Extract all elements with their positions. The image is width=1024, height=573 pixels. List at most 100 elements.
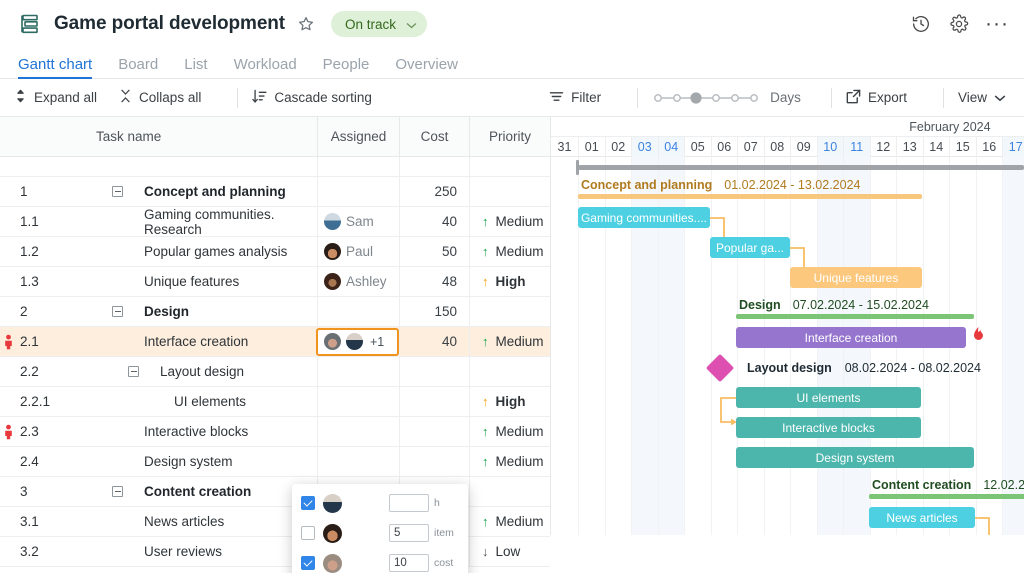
day-cell[interactable]: 06: [710, 137, 738, 157]
collapse-toggle[interactable]: [112, 486, 123, 497]
day-cell[interactable]: 01: [578, 137, 605, 157]
gear-icon[interactable]: [948, 13, 970, 35]
status-badge[interactable]: On track: [331, 11, 428, 37]
collapse-all-button[interactable]: Collaps all: [119, 89, 201, 106]
row-priority-cell[interactable]: [469, 297, 550, 326]
day-cell[interactable]: 07: [737, 137, 764, 157]
export-button[interactable]: Export: [846, 89, 907, 107]
day-cell[interactable]: 13: [896, 137, 923, 157]
table-row[interactable]: 2.4 Design system ↑ Medium: [0, 447, 550, 477]
row-priority-cell[interactable]: ↓ Low: [469, 537, 550, 566]
task-bar-design-system[interactable]: Design system: [736, 447, 974, 468]
tab-workload[interactable]: Workload: [234, 56, 297, 78]
row-cost[interactable]: 40: [399, 207, 469, 236]
row-priority-cell[interactable]: ↑ High: [469, 267, 550, 296]
day-cell[interactable]: 10: [816, 137, 843, 157]
row-cost[interactable]: 40: [399, 327, 469, 356]
row-assigned-cell[interactable]: [317, 387, 399, 416]
day-cell[interactable]: 02: [604, 137, 632, 157]
summary-bar-content-creation[interactable]: Content creation 12.02.2024 - 22.02.2024: [869, 477, 1024, 499]
row-assigned-cell[interactable]: [317, 357, 399, 386]
row-priority-cell[interactable]: ↑ Medium: [469, 447, 550, 476]
table-row[interactable]: 2.2 Layout design: [0, 357, 550, 387]
day-cell[interactable]: 17: [1002, 137, 1024, 157]
day-cell[interactable]: 16: [975, 137, 1003, 157]
row-cost[interactable]: [399, 417, 469, 446]
row-priority-cell[interactable]: [469, 357, 550, 386]
day-cell[interactable]: 12: [869, 137, 897, 157]
collapse-toggle[interactable]: [112, 186, 123, 197]
checkbox-checked-icon[interactable]: [301, 556, 315, 570]
filter-button[interactable]: Filter: [549, 90, 601, 106]
tab-people[interactable]: People: [323, 56, 370, 78]
day-cell[interactable]: 05: [684, 137, 711, 157]
row-assigned-cell[interactable]: [317, 447, 399, 476]
tab-gantt-chart[interactable]: Gantt chart: [18, 56, 93, 79]
day-cell[interactable]: 09: [790, 137, 817, 157]
row-priority-cell[interactable]: ↑ Medium: [469, 417, 550, 446]
assignee-dropdown[interactable]: h item cost: [292, 484, 468, 573]
assignee-value-input[interactable]: [389, 524, 429, 542]
col-header-cost[interactable]: Cost: [399, 117, 469, 156]
expand-all-button[interactable]: Expand all: [14, 89, 97, 106]
row-priority-cell[interactable]: ↑ Medium: [469, 237, 550, 266]
table-row[interactable]: 1 Concept and planning 250: [0, 177, 550, 207]
row-assigned-cell[interactable]: +1: [316, 327, 399, 356]
row-cost[interactable]: [399, 447, 469, 476]
col-header-priority[interactable]: Priority: [469, 117, 550, 156]
row-cost[interactable]: 150: [399, 297, 469, 326]
checkbox-checked-icon[interactable]: [301, 496, 315, 510]
day-cell[interactable]: 04: [657, 137, 684, 157]
assignee-option[interactable]: item: [292, 518, 468, 548]
row-priority-cell[interactable]: ↑ Medium: [469, 207, 550, 236]
row-priority-cell[interactable]: [469, 177, 550, 206]
assignee-value-input[interactable]: [389, 494, 429, 512]
tab-overview[interactable]: Overview: [395, 56, 458, 78]
day-cell[interactable]: 31: [551, 137, 578, 157]
day-cell[interactable]: 03: [631, 137, 658, 157]
tab-list[interactable]: List: [184, 56, 207, 78]
collapse-toggle[interactable]: [128, 366, 139, 377]
row-priority-cell[interactable]: ↑ Medium: [469, 327, 550, 356]
row-cost[interactable]: 50: [399, 237, 469, 266]
day-cell[interactable]: 14: [922, 137, 950, 157]
table-row[interactable]: 2.2.1 UI elements ↑ High: [0, 387, 550, 417]
task-bar-interface-creation[interactable]: Interface creation: [736, 327, 966, 348]
table-row[interactable]: 1.1 Gaming communities. Research Sam 40 …: [0, 207, 550, 237]
collapse-toggle[interactable]: [112, 306, 123, 317]
task-bar-interactive-blocks[interactable]: Interactive blocks: [736, 417, 921, 438]
task-bar-ui-elements[interactable]: UI elements: [736, 387, 921, 408]
assignee-option[interactable]: h: [292, 488, 468, 518]
summary-bar-design[interactable]: Design 07.02.2024 - 15.02.2024: [736, 297, 974, 319]
cascade-sorting-button[interactable]: Cascade sorting: [252, 89, 372, 107]
timeline-progress-handle[interactable]: [576, 160, 579, 175]
tab-board[interactable]: Board: [118, 56, 158, 78]
assignee-option[interactable]: cost: [292, 548, 468, 573]
star-icon[interactable]: [297, 15, 315, 33]
day-cell[interactable]: 08: [763, 137, 791, 157]
col-header-task-name[interactable]: Task name: [62, 129, 317, 144]
row-priority-cell[interactable]: [469, 477, 550, 506]
summary-bar-concept-and-planning[interactable]: Concept and planning 01.02.2024 - 13.02.…: [578, 177, 922, 199]
col-header-assigned[interactable]: Assigned: [317, 117, 399, 156]
row-assigned-cell[interactable]: [317, 177, 399, 206]
day-cell[interactable]: 11: [843, 137, 870, 157]
task-bar-gaming-communities[interactable]: Gaming communities....: [578, 207, 710, 228]
row-assigned-cell[interactable]: [317, 297, 399, 326]
history-icon[interactable]: [910, 13, 932, 35]
row-priority-cell[interactable]: ↑ Medium: [469, 507, 550, 536]
row-cost[interactable]: 48: [399, 267, 469, 296]
row-assigned-cell[interactable]: Paul: [317, 237, 399, 266]
task-bar-news-articles[interactable]: News articles: [869, 507, 975, 528]
table-row[interactable]: 2 Design 150: [0, 297, 550, 327]
row-assigned-cell[interactable]: Ashley: [317, 267, 399, 296]
row-cost[interactable]: [399, 387, 469, 416]
task-bar-unique-features[interactable]: Unique features: [790, 267, 922, 288]
row-assigned-cell[interactable]: Sam: [317, 207, 399, 236]
table-row[interactable]: 2.1 Interface creation +1 40 ↑ Medium: [0, 327, 550, 357]
table-row[interactable]: 1.2 Popular games analysis Paul 50 ↑ Med…: [0, 237, 550, 267]
checkbox-icon[interactable]: [301, 526, 315, 540]
more-horizontal-icon[interactable]: ···: [985, 13, 1008, 35]
day-cell[interactable]: 15: [949, 137, 976, 157]
row-cost[interactable]: 250: [399, 177, 469, 206]
